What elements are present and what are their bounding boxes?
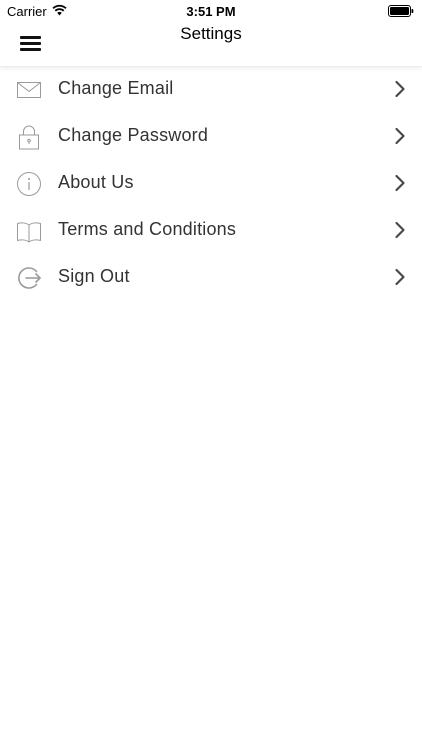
menu-item-label: Change Password (58, 125, 209, 145)
menu-item-sign-out[interactable]: Sign Out (0, 254, 422, 301)
hamburger-icon-line (20, 48, 41, 51)
navigation-bar: Settings (0, 22, 422, 67)
settings-menu: Change Email Change Password About Us Te… (0, 66, 422, 301)
menu-item-about-us[interactable]: About Us (0, 160, 422, 207)
menu-item-label: Terms and Conditions (58, 219, 237, 239)
chevron-right-icon (395, 80, 405, 98)
menu-item-label: Sign Out (58, 266, 130, 286)
menu-item-terms-and-conditions[interactable]: Terms and Conditions (0, 207, 422, 254)
chevron-right-icon (395, 221, 405, 239)
status-time: 3:51 PM (186, 4, 236, 19)
menu-item-label: About Us (58, 172, 134, 192)
envelope-icon (17, 82, 41, 98)
menu-item-change-password[interactable]: Change Password (0, 113, 422, 160)
menu-item-label: Change Email (58, 78, 174, 98)
chevron-right-icon (395, 127, 405, 145)
chevron-right-icon (395, 268, 405, 286)
info-icon (17, 172, 41, 196)
page-title: Settings (180, 24, 242, 43)
status-bar: Carrier 3:51 PM (0, 0, 422, 22)
battery-icon (388, 5, 414, 17)
lock-icon (19, 125, 39, 150)
book-icon (17, 222, 41, 243)
chevron-right-icon (395, 174, 405, 192)
sign-out-icon (18, 267, 41, 289)
menu-item-change-email[interactable]: Change Email (0, 66, 422, 113)
